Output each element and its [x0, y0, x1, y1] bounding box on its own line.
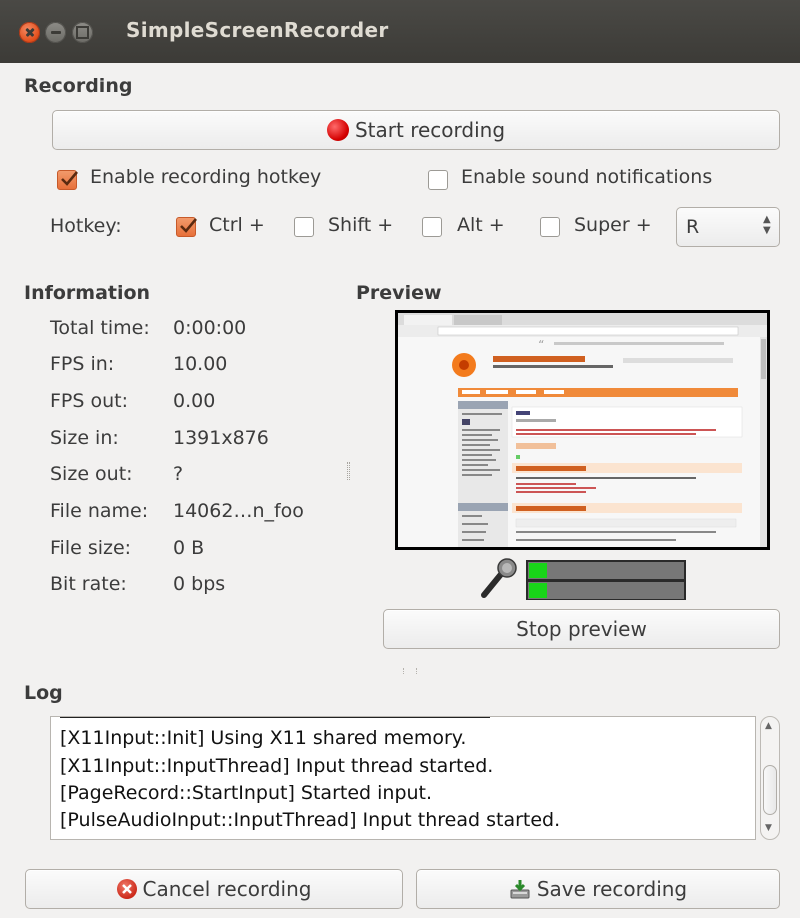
info-label-bit-rate: Bit rate:	[50, 573, 127, 595]
super-label[interactable]: Super +	[574, 214, 652, 236]
hotkey-label: Hotkey:	[50, 215, 122, 237]
splitter-handle-horizontal[interactable]	[403, 668, 417, 674]
record-dot-icon	[326, 119, 349, 141]
info-label-file-size: File size:	[50, 537, 132, 559]
scroll-down-icon[interactable]: ▼	[765, 823, 772, 833]
spin-arrows-icon: ▲ ▼	[763, 214, 771, 236]
scroll-up-icon[interactable]: ▲	[765, 721, 772, 731]
shift-label[interactable]: Shift +	[328, 214, 393, 236]
log-line: [X11Input::InputThread] Input thread sta…	[60, 755, 494, 777]
log-line-partial	[60, 717, 500, 721]
log-line: [X11Input::Init] Using X11 shared memory…	[60, 727, 467, 749]
splitter-handle-vertical[interactable]	[347, 462, 350, 480]
enable-sound-checkbox[interactable]	[428, 170, 448, 190]
log-line: [PulseAudioInput::InputThread] Input thr…	[60, 809, 561, 831]
cancel-icon	[116, 879, 137, 899]
log-line: [PageRecord::StartInput] Started input.	[60, 782, 433, 804]
enable-hotkey-checkbox[interactable]	[57, 170, 78, 190]
maximize-window-icon[interactable]	[72, 22, 93, 43]
enable-sound-label[interactable]: Enable sound notifications	[461, 166, 712, 188]
info-label-total-time: Total time:	[50, 317, 150, 339]
log-scrollbar[interactable]: ▲ ▼	[760, 716, 780, 840]
shift-checkbox[interactable]	[294, 217, 314, 237]
info-label-size-out: Size out:	[50, 463, 133, 485]
alt-checkbox[interactable]	[422, 217, 442, 237]
info-label-file-name: File name:	[50, 500, 149, 522]
hotkey-key-value: R	[686, 216, 700, 238]
audio-level-channel-right	[528, 582, 684, 599]
preview-frame: “	[395, 310, 770, 550]
microphone-icon	[478, 557, 520, 599]
info-label-fps-out: FPS out:	[50, 390, 129, 412]
close-window-icon[interactable]	[19, 22, 40, 43]
start-recording-button[interactable]: Start recording	[52, 110, 780, 150]
title-bar: SimpleScreenRecorder	[0, 0, 800, 63]
minimize-window-icon[interactable]	[45, 22, 66, 43]
audio-level-fill-left	[529, 563, 547, 578]
info-value-size-in: 1391x876	[173, 427, 269, 449]
info-value-file-size: 0 B	[173, 537, 205, 559]
hotkey-key-select[interactable]: R ▲ ▼	[676, 207, 780, 247]
info-label-size-in: Size in:	[50, 427, 119, 449]
ctrl-label[interactable]: Ctrl +	[209, 214, 265, 236]
info-value-total-time: 0:00:00	[173, 317, 247, 339]
info-label-fps-in: FPS in:	[50, 353, 115, 375]
ctrl-checkbox[interactable]	[176, 217, 197, 237]
save-recording-label: Save recording	[536, 877, 688, 901]
info-value-size-out: ?	[173, 463, 184, 485]
svg-text:“: “	[538, 338, 544, 352]
audio-level-meter	[526, 560, 686, 600]
info-value-fps-in: 10.00	[173, 353, 228, 375]
stop-preview-label: Stop preview	[516, 617, 647, 641]
info-value-bit-rate: 0 bps	[173, 573, 226, 595]
cancel-recording-button[interactable]: Cancel recording	[25, 869, 403, 909]
recording-section-title: Recording	[24, 75, 133, 97]
preview-image: “	[398, 313, 767, 547]
super-checkbox[interactable]	[540, 217, 560, 237]
enable-hotkey-label[interactable]: Enable recording hotkey	[90, 166, 321, 188]
log-scrollbar-thumb[interactable]	[763, 765, 777, 815]
preview-section-title: Preview	[356, 282, 442, 304]
save-recording-button[interactable]: Save recording	[416, 869, 780, 909]
info-value-file-name: 14062…n_foo	[173, 500, 304, 522]
information-section-title: Information	[24, 282, 151, 304]
stop-preview-button[interactable]: Stop preview	[383, 609, 780, 649]
cancel-recording-label: Cancel recording	[142, 877, 312, 901]
alt-label[interactable]: Alt +	[457, 214, 505, 236]
start-recording-label: Start recording	[354, 118, 506, 142]
window-title: SimpleScreenRecorder	[126, 18, 389, 42]
audio-level-fill-right	[529, 583, 547, 598]
log-view[interactable]: [X11Input::Init] Using X11 shared memory…	[50, 716, 756, 840]
save-icon	[509, 878, 531, 900]
audio-level-channel-left	[528, 562, 684, 579]
info-value-fps-out: 0.00	[173, 390, 216, 412]
log-section-title: Log	[24, 682, 63, 704]
